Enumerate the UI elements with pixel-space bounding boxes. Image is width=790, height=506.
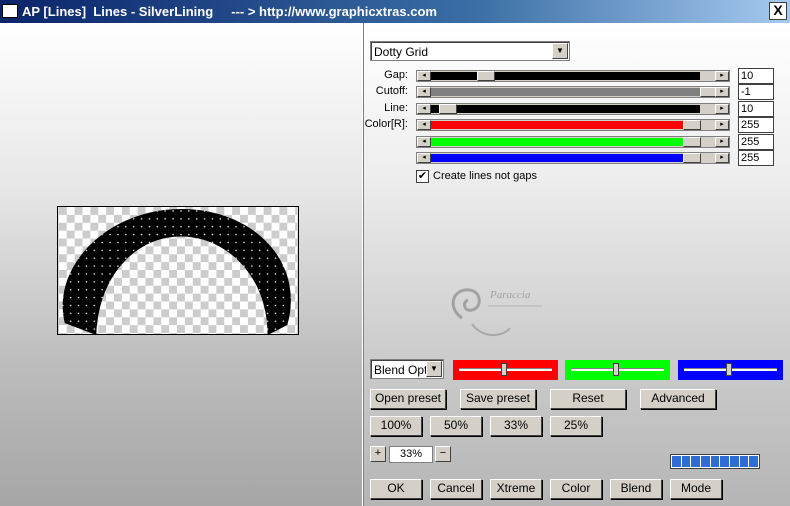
chevron-right-icon[interactable]: ▸	[715, 104, 729, 114]
blend-red-slider[interactable]	[453, 360, 558, 380]
slider-value-input[interactable]: 10	[738, 101, 774, 117]
slider-label: Color[R]:	[364, 118, 408, 130]
window-icon[interactable]	[2, 4, 18, 18]
chevron-down-icon[interactable]: ▼	[426, 361, 442, 377]
close-button[interactable]: X	[769, 2, 787, 20]
zoom-value: 33%	[389, 446, 433, 463]
preview-pane	[0, 23, 362, 506]
slider[interactable]: ◂ ▸	[416, 103, 730, 115]
slider-track	[431, 121, 683, 129]
slider-label: Gap:	[384, 69, 408, 81]
chevron-right-icon[interactable]: ▸	[715, 120, 729, 130]
blend-options-dropdown[interactable]: Blend Opti ▼	[370, 359, 444, 379]
blend-options-value: Blend Opti	[374, 363, 428, 377]
save-preset-button[interactable]: Save preset	[460, 389, 536, 409]
slider[interactable]: ◂ ▸	[416, 70, 730, 82]
create-lines-label: Create lines not gaps	[433, 170, 537, 182]
zoom-50-button[interactable]: 50%	[430, 416, 482, 436]
slider-value-input[interactable]: 255	[738, 134, 774, 150]
chevron-left-icon[interactable]: ◂	[417, 71, 431, 81]
progress-bar	[670, 454, 760, 469]
window-title: AP [Lines] Lines - SilverLining --- > ht…	[22, 4, 437, 19]
slider-value-input[interactable]: 255	[738, 150, 774, 166]
watermark-text: Paraccia	[489, 289, 531, 301]
slider-track	[431, 72, 700, 80]
mode-button[interactable]: Mode	[670, 479, 722, 499]
slider-thumb[interactable]	[501, 363, 507, 376]
slider-label: Line:	[384, 102, 408, 114]
chevron-down-icon[interactable]: ▼	[552, 43, 568, 59]
slider-value-input[interactable]: 10	[738, 68, 774, 84]
blend-button[interactable]: Blend	[610, 479, 662, 499]
slider-track	[431, 138, 683, 146]
create-lines-checkbox[interactable]: ✔	[416, 170, 429, 183]
slider-track	[431, 88, 700, 96]
chevron-left-icon[interactable]: ◂	[417, 120, 431, 130]
blend-blue-slider[interactable]	[678, 360, 783, 380]
reset-button[interactable]: Reset	[550, 389, 626, 409]
slider[interactable]: ◂ ▸	[416, 86, 730, 98]
xtreme-button[interactable]: Xtreme	[490, 479, 542, 499]
chevron-right-icon[interactable]: ▸	[715, 137, 729, 147]
ok-button[interactable]: OK	[370, 479, 422, 499]
zoom-33-button[interactable]: 33%	[490, 416, 542, 436]
slider[interactable]: ◂ ▸	[416, 119, 730, 131]
preset-dropdown[interactable]: Dotty Grid ▼	[370, 41, 570, 61]
slider-label: Cutoff:	[375, 85, 408, 97]
slider-track	[431, 105, 700, 113]
zoom-out-button[interactable]: −	[435, 446, 451, 462]
zoom-100-button[interactable]: 100%	[370, 416, 422, 436]
preset-dropdown-value: Dotty Grid	[374, 45, 429, 59]
title-bar: AP [Lines] Lines - SilverLining --- > ht…	[0, 0, 790, 23]
slider-thumb[interactable]	[683, 137, 701, 147]
slider-track	[431, 154, 683, 162]
slider-value-input[interactable]: 255	[738, 117, 774, 133]
cancel-button[interactable]: Cancel	[430, 479, 482, 499]
slider-thumb[interactable]	[683, 153, 701, 163]
slider-value-input[interactable]: -1	[738, 84, 774, 100]
slider-thumb[interactable]	[477, 71, 495, 81]
chevron-right-icon[interactable]: ▸	[715, 87, 729, 97]
slider[interactable]: ◂ ▸	[416, 152, 730, 164]
zoom-25-button[interactable]: 25%	[550, 416, 602, 436]
slider-thumb[interactable]	[439, 104, 457, 114]
zoom-in-button[interactable]: +	[370, 446, 386, 462]
slider-thumb[interactable]	[726, 363, 732, 376]
slider[interactable]: ◂ ▸	[416, 136, 730, 148]
watermark-logo: Paraccia	[451, 288, 542, 336]
chevron-left-icon[interactable]: ◂	[417, 153, 431, 163]
color-button[interactable]: Color	[550, 479, 602, 499]
open-preset-button[interactable]: Open preset	[370, 389, 446, 409]
chevron-left-icon[interactable]: ◂	[417, 104, 431, 114]
controls-panel: Dotty Grid ▼ Gap: ◂ ▸ 10 Cutoff: ◂ ▸ -1 Line: ◂ ▸ 1…	[364, 23, 790, 506]
preview-image	[57, 206, 299, 335]
advanced-button[interactable]: Advanced	[640, 389, 716, 409]
chevron-right-icon[interactable]: ▸	[715, 153, 729, 163]
blend-green-slider[interactable]	[565, 360, 670, 380]
slider-thumb[interactable]	[613, 363, 619, 376]
slider-thumb[interactable]	[683, 120, 701, 130]
chevron-right-icon[interactable]: ▸	[715, 71, 729, 81]
chevron-left-icon[interactable]: ◂	[417, 87, 431, 97]
chevron-left-icon[interactable]: ◂	[417, 137, 431, 147]
